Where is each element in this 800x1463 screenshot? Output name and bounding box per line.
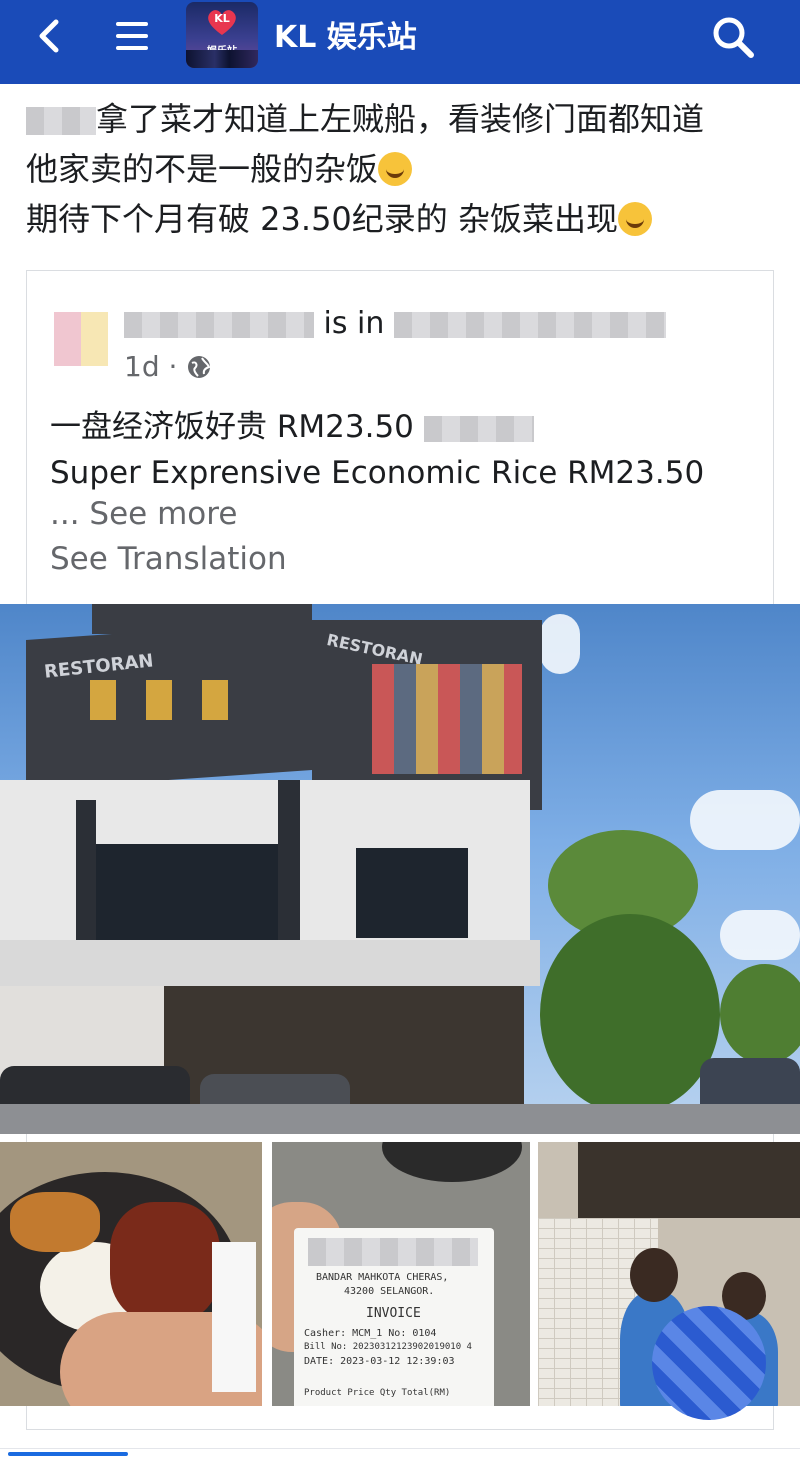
customer-head (630, 1248, 678, 1302)
blurred-author-name (124, 311, 314, 338)
food-photo[interactable] (0, 1142, 262, 1406)
awning (0, 940, 540, 986)
building-top (92, 604, 312, 634)
curry-dish (110, 1202, 220, 1322)
shared-author-line[interactable]: is in (124, 306, 666, 341)
page-logo[interactable]: KL 娱乐站 (186, 2, 258, 68)
blurred-receipt-header (308, 1238, 478, 1266)
globe-icon (188, 356, 211, 378)
receipt-cashier: Casher: MCM_1 No: 0104 (304, 1328, 437, 1339)
restaurant-photo[interactable]: RESTORAN RESTORAN (0, 604, 800, 1134)
post-line-1: 拿了菜才知道上左贼船，看装修门面都知道 (26, 94, 786, 144)
receipt-columns: Product Price Qty Total(RM) (304, 1388, 451, 1398)
receipt-date: DATE: 2023-03-12 12:39:03 (304, 1356, 455, 1367)
back-icon[interactable] (28, 14, 72, 58)
menu-icon[interactable] (110, 14, 154, 58)
logo-text-kl: KL (214, 12, 230, 25)
building-windows (96, 844, 286, 940)
laughing-emoji-icon (378, 152, 413, 186)
tree (720, 964, 800, 1064)
shared-body-line-1: 一盘经济饭好贵 RM23.50 (50, 404, 750, 450)
post-text: 拿了菜才知道上左贼船，看装修门面都知道 他家卖的不是一般的杂饭 期待下个月有破 … (26, 94, 786, 244)
fried-chicken (10, 1192, 100, 1252)
blurred-sign-logo-2 (372, 664, 522, 774)
blurred-location (393, 311, 666, 338)
shared-body-line-2: Super Exprensive Economic Rice RM23.50 (50, 455, 705, 491)
cup (382, 1142, 522, 1182)
receipt-photo[interactable]: BANDAR MAHKOTA CHERAS, 43200 SELANGOR. I… (272, 1142, 530, 1406)
post-line-3: 期待下个月有破 23.50纪录的 杂饭菜出现 (26, 194, 786, 244)
post-line-2-text: 他家卖的不是一般的杂饭 (26, 150, 379, 188)
search-icon[interactable] (708, 12, 758, 62)
blurred-name (26, 107, 96, 135)
road (0, 1104, 800, 1134)
scroll-progress (8, 1452, 128, 1456)
blurred-sign-logo (90, 680, 240, 720)
post-line-1-text: 拿了菜才知道上左贼船，看装修门面都知道 (96, 100, 705, 138)
building-pillar (278, 780, 300, 940)
post-line-2: 他家卖的不是一般的杂饭 (26, 144, 786, 194)
laughing-emoji-icon (617, 202, 652, 236)
shared-post-body: 一盘经济饭好贵 RM23.50 Super Exprensive Economi… (50, 404, 750, 496)
receipt-bill-no: Bill No: 20230312123902019010 4 (304, 1342, 472, 1352)
app-header: KL 娱乐站 KL 娱乐站 (0, 0, 800, 84)
receipt-small (212, 1242, 256, 1392)
receipt-postcode: 43200 SELANGOR. (344, 1286, 435, 1297)
receipt: BANDAR MAHKOTA CHERAS, 43200 SELANGOR. I… (294, 1228, 494, 1406)
cloud (690, 790, 800, 850)
tree (540, 914, 720, 1114)
blurred-avatar[interactable] (652, 1306, 766, 1420)
logo-skyline (186, 50, 258, 68)
cloud (720, 910, 800, 960)
post-line-3-text: 期待下个月有破 23.50纪录的 杂饭菜出现 (26, 200, 618, 238)
building-pillar (76, 800, 96, 940)
building-windows (356, 848, 468, 938)
blurred-shop-name (423, 415, 534, 442)
see-more-link[interactable]: ... See more (50, 496, 237, 532)
page-title[interactable]: KL 娱乐站 (274, 12, 417, 56)
cloud (540, 614, 580, 674)
post-time: 1d · (124, 350, 178, 383)
see-translation-link[interactable]: See Translation (50, 541, 287, 577)
shared-post-meta: 1d · (124, 350, 212, 383)
receipt-address: BANDAR MAHKOTA CHERAS, (316, 1272, 449, 1283)
shared-body-line-1-text: 一盘经济饭好贵 RM23.50 (50, 409, 414, 445)
receipt-invoice: INVOICE (366, 1306, 421, 1321)
shop-sign (578, 1142, 800, 1218)
shared-author-avatar[interactable] (54, 312, 108, 366)
location-prefix: is in (323, 306, 385, 341)
